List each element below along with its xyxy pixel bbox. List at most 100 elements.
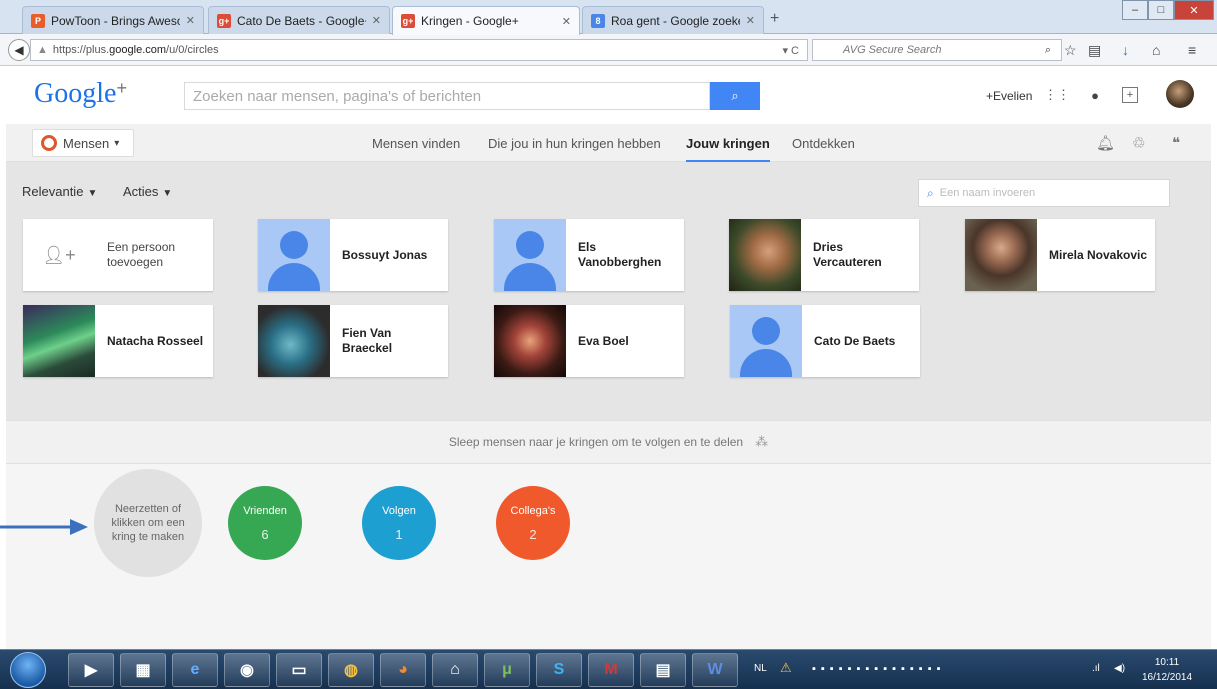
google-plus-logo[interactable]: Google+ (34, 78, 127, 110)
volume-icon[interactable]: ◀) (1114, 663, 1125, 674)
home-icon[interactable]: ⌂ (1152, 42, 1160, 58)
circle-name: Volgen (382, 505, 416, 517)
notification-warning-icon[interactable]: ⚠ (780, 660, 792, 676)
scanner-app-icon[interactable]: ▭ (276, 653, 322, 687)
browser-nav-bar: ◀ ▲ https://plus. google.com/u/0/circles … (0, 34, 1217, 66)
close-window-button[interactable]: ✕ (1174, 0, 1214, 20)
new-circle-label: Neerzetten of klikken om een kring te ma… (111, 503, 185, 543)
new-circle-button[interactable]: Neerzetten of klikken om een kring te ma… (94, 469, 202, 577)
media-player-icon[interactable]: ▶ (68, 653, 114, 687)
signal-icon[interactable]: .ıl (1092, 663, 1100, 674)
search-icon[interactable]: ⌕ (1045, 44, 1051, 57)
tab-title: Cato De Baets - Google+ (237, 13, 366, 28)
chevron-down-icon: ▼ (162, 188, 173, 199)
circle-colleagues[interactable]: Collega's 2 (496, 486, 570, 560)
minimize-window-button[interactable]: – (1122, 0, 1148, 20)
bookmarks-menu-icon[interactable]: ▤ (1088, 42, 1101, 59)
name-input-placeholder: Een naam invoeren (939, 187, 1036, 199)
menu-icon[interactable]: ≡ (1188, 42, 1196, 58)
person-card[interactable]: Mirela Novakovic (965, 219, 1155, 291)
browser-search-input[interactable]: AVG Secure Search ⌕ (812, 39, 1062, 61)
avg-search-placeholder: AVG Secure Search (843, 44, 942, 56)
back-icon[interactable]: ◀ (8, 39, 30, 61)
firefox-icon[interactable]: ◕ (380, 653, 426, 687)
share-plus-icon[interactable]: + (1122, 87, 1138, 103)
bookmark-star-icon[interactable]: ☆ (1064, 42, 1077, 59)
search-input[interactable]: Zoeken naar mensen, pagina's of berichte… (184, 82, 710, 110)
chrome-icon[interactable]: ◍ (328, 653, 374, 687)
tab-title: Kringen - Google+ (421, 14, 519, 28)
person-card[interactable]: Fien Van Braeckel (258, 305, 448, 377)
powtoon-icon: P (31, 13, 45, 28)
address-bar[interactable]: ▲ https://plus. google.com/u/0/circles ▾ … (30, 39, 808, 61)
internet-explorer-icon[interactable]: e (172, 653, 218, 687)
notifications-icon[interactable]: ● (1086, 86, 1104, 104)
close-tab-icon[interactable]: ✕ (562, 15, 571, 28)
mcafee-icon[interactable]: M (588, 653, 634, 687)
tab-discover[interactable]: Ontdekken (792, 136, 855, 151)
annotation-arrow (0, 519, 88, 535)
clock-time: 10:11 (1154, 657, 1180, 668)
browser-tab-strip: P PowToon - Brings Aweso... ✕ g+ Cato De… (0, 0, 1217, 35)
hp-app-icon[interactable]: ⌂ (432, 653, 478, 687)
windows-start-button[interactable] (10, 652, 46, 688)
browser-tab-cato[interactable]: g+ Cato De Baets - Google+ ✕ (208, 6, 390, 34)
people-icon (41, 135, 57, 151)
person-card[interactable]: Cato De Baets (730, 305, 920, 377)
maximize-window-button[interactable]: □ (1148, 0, 1174, 20)
utorrent-icon[interactable]: μ (484, 653, 530, 687)
bell-icon[interactable]: 🔔︎ (1096, 134, 1115, 152)
circle-friends[interactable]: Vrienden 6 (228, 486, 302, 560)
people-menu-button[interactable]: Mensen ▾ (32, 129, 134, 157)
browser-tab-kringen[interactable]: g+ Kringen - Google+ ✕ (392, 6, 580, 35)
actions-label: Acties (123, 184, 159, 199)
person-card[interactable]: Eva Boel (494, 305, 684, 377)
circle-following[interactable]: Volgen 1 (362, 486, 436, 560)
new-tab-button[interactable]: + (770, 10, 779, 28)
camera-app-icon[interactable]: ◉ (224, 653, 270, 687)
person-photo (258, 305, 330, 377)
person-card[interactable]: Els Vanobberghen (494, 219, 684, 291)
sort-dropdown[interactable]: Relevantie ▼ (22, 184, 97, 199)
name-search-input[interactable]: ⌕ Een naam invoeren (918, 179, 1170, 207)
default-avatar-icon (730, 305, 802, 377)
url-domain: google.com (109, 44, 167, 56)
tab-have-you-in-circles[interactable]: Die jou in hun kringen hebben (488, 136, 661, 151)
default-avatar-icon (494, 219, 566, 291)
hangouts-icon[interactable]: ❝ (1172, 134, 1180, 152)
avatar[interactable] (1166, 80, 1194, 108)
search-placeholder: Zoeken naar mensen, pagina's of berichte… (193, 87, 482, 105)
file-explorer-icon[interactable]: ▦ (120, 653, 166, 687)
logo-plus: + (116, 78, 127, 98)
person-card[interactable]: Bossuyt Jonas (258, 219, 448, 291)
person-card[interactable]: Natacha Rosseel (23, 305, 213, 377)
apps-grid-icon[interactable]: ⋮⋮ (1044, 86, 1070, 104)
skype-icon[interactable]: S (536, 653, 582, 687)
word-icon[interactable]: W (692, 653, 738, 687)
circle-count: 6 (261, 527, 269, 542)
browser-tab-roa[interactable]: 8 Roa gent - Google zoeken ✕ (582, 6, 764, 34)
actions-dropdown[interactable]: Acties ▼ (123, 184, 172, 199)
chevron-down-icon: ▼ (87, 188, 98, 199)
tray-icons[interactable]: ▪▪▪▪▪▪▪▪▪▪▪▪▪▪▪ (812, 663, 946, 675)
close-tab-icon[interactable]: ✕ (746, 14, 755, 27)
logo-text: Google (34, 78, 117, 109)
tab-your-circles[interactable]: Jouw kringen (686, 136, 770, 162)
download-icon[interactable]: ↓ (1122, 42, 1129, 58)
taskbar-clock[interactable]: 10:11 16/12/2014 (1142, 655, 1192, 685)
close-tab-icon[interactable]: ✕ (372, 14, 381, 27)
search-button[interactable]: ⌕ (710, 82, 760, 110)
tab-find-people[interactable]: Mensen vinden (372, 136, 460, 151)
circles-content: Relevantie ▼ Acties ▼ ⌕ Een naam invoeren … (6, 162, 1211, 420)
user-name-link[interactable]: +Evelien (986, 89, 1032, 103)
close-tab-icon[interactable]: ✕ (186, 14, 195, 27)
add-person-card[interactable]: 👤︎+ Een persoon toevoegen (23, 219, 213, 291)
person-card[interactable]: Dries Vercauteren (729, 219, 919, 291)
reload-icon[interactable]: ▾ C (782, 44, 799, 57)
browser-tab-powtoon[interactable]: P PowToon - Brings Aweso... ✕ (22, 6, 204, 34)
url-path: /u/0/circles (166, 44, 219, 56)
language-indicator[interactable]: NL (754, 663, 767, 674)
presentation-app-icon[interactable]: ▤ (640, 653, 686, 687)
search-icon: ⌕ (927, 185, 934, 200)
circles-settings-icon[interactable]: ♲ (1132, 134, 1145, 152)
